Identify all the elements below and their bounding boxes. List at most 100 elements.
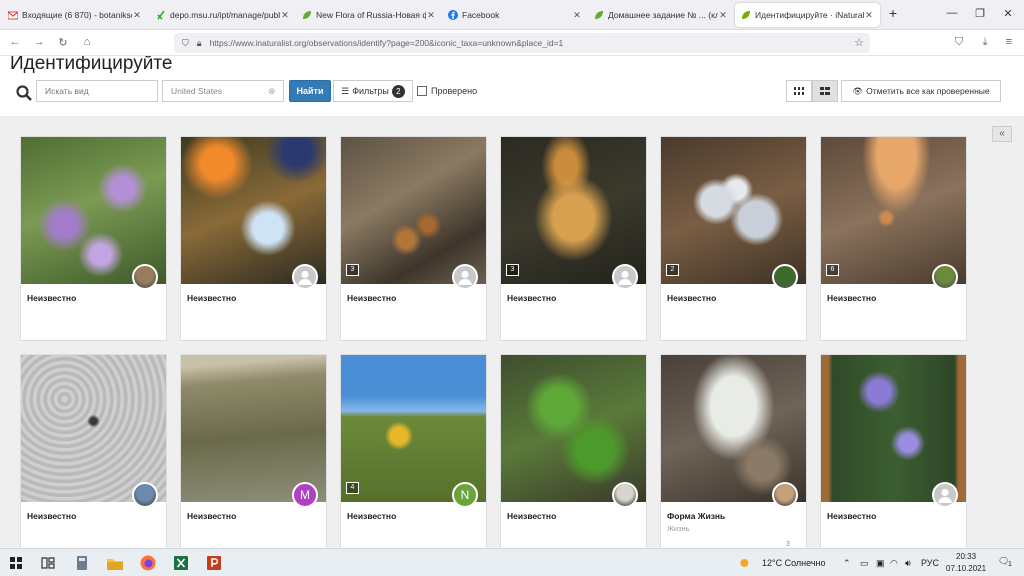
taxon-name[interactable]: Неизвестно — [507, 293, 556, 303]
user-avatar[interactable] — [132, 264, 158, 290]
taxon-search-input[interactable] — [36, 80, 158, 102]
file-explorer-icon[interactable] — [105, 554, 125, 572]
volume-icon[interactable]: 🔊︎ — [905, 558, 911, 569]
home-icon[interactable]: ⌂ — [80, 36, 94, 48]
taxon-name[interactable]: Неизвестно — [827, 293, 876, 303]
menu-icon[interactable]: ≡ — [1002, 36, 1016, 48]
taxon-name[interactable]: Неизвестно — [347, 511, 396, 521]
user-avatar[interactable]: N — [452, 482, 478, 508]
taxon-name[interactable]: Неизвестно — [27, 511, 76, 521]
powerpoint-icon[interactable] — [204, 554, 224, 572]
default-user-icon[interactable] — [932, 482, 958, 508]
filters-button[interactable]: ☰ Фильтры 2 — [333, 80, 413, 102]
grid-view-button[interactable] — [786, 80, 812, 102]
clock-time[interactable]: 20:33 — [956, 552, 976, 561]
user-avatar[interactable]: M — [292, 482, 318, 508]
close-icon[interactable]: ✕ — [864, 10, 874, 21]
observation-photo[interactable] — [501, 137, 646, 284]
close-icon[interactable]: ✕ — [280, 10, 290, 21]
tray-app-icon[interactable]: ▣ — [876, 558, 885, 569]
browser-tab[interactable]: Входящие (6 870) - botanikse ✕ — [2, 3, 148, 27]
taxon-name[interactable]: Неизвестно — [187, 511, 236, 521]
default-user-icon[interactable] — [452, 264, 478, 290]
reviewed-checkbox[interactable]: Проверено — [417, 86, 477, 96]
excel-icon[interactable] — [171, 554, 191, 572]
close-icon[interactable]: ✕ — [132, 10, 142, 21]
user-avatar[interactable] — [772, 482, 798, 508]
observation-card[interactable]: Форма Жизнь Жизнь 3 — [660, 354, 807, 548]
taxon-name[interactable]: Неизвестно — [667, 293, 716, 303]
browser-tab[interactable]: Facebook ✕ — [442, 3, 588, 27]
network-icon[interactable]: ▭ — [860, 558, 869, 569]
observation-card[interactable]: 4 N Неизвестно — [340, 354, 487, 548]
observation-photo[interactable] — [661, 137, 806, 284]
observation-photo[interactable] — [341, 355, 486, 502]
observation-card[interactable]: Неизвестно — [180, 136, 327, 341]
windows-start-icon[interactable] — [6, 554, 26, 572]
tray-overflow-icon[interactable]: ⌃ — [843, 558, 851, 569]
observation-card[interactable]: Неизвестно — [500, 354, 647, 548]
close-icon[interactable]: ✕ — [572, 10, 582, 21]
observation-card[interactable]: Неизвестно — [20, 136, 167, 341]
observation-photo[interactable] — [21, 355, 166, 502]
observation-photo[interactable] — [181, 137, 326, 284]
observation-photo[interactable] — [21, 137, 166, 284]
pocket-icon[interactable]: ⛉ — [952, 36, 966, 49]
mark-all-reviewed-button[interactable]: 👁︎ Отметить все как проверенные — [841, 80, 1001, 102]
observation-card[interactable]: M Неизвестно — [180, 354, 327, 548]
language-indicator[interactable]: РУС — [921, 558, 939, 568]
download-icon[interactable]: ⤓ — [978, 36, 992, 49]
browser-tab[interactable]: Домашнее задание № ... (кле ✕ — [588, 3, 734, 27]
minimize-icon[interactable]: — — [940, 7, 964, 19]
close-icon[interactable]: ✕ — [718, 10, 728, 21]
user-avatar[interactable] — [132, 482, 158, 508]
place-input[interactable] — [162, 80, 284, 102]
observation-card[interactable]: 6 Неизвестно — [820, 136, 967, 341]
collapse-sidebar-button[interactable]: « — [992, 126, 1012, 142]
clock-date[interactable]: 07.10.2021 — [946, 564, 986, 573]
close-window-icon[interactable]: ✕ — [996, 7, 1020, 20]
default-user-icon[interactable] — [612, 264, 638, 290]
observation-card[interactable]: Неизвестно — [20, 354, 167, 548]
user-avatar[interactable] — [612, 482, 638, 508]
taxon-name[interactable]: Форма Жизнь — [667, 511, 725, 521]
taxon-name[interactable]: Неизвестно — [827, 511, 876, 521]
observation-photo[interactable] — [821, 355, 966, 502]
user-avatar[interactable] — [932, 264, 958, 290]
address-bar[interactable]: ⛉ 🔒︎ https://www.inaturalist.org/observa… — [174, 33, 870, 53]
back-icon[interactable]: ← — [8, 36, 22, 48]
taxon-name[interactable]: Неизвестно — [27, 293, 76, 303]
observation-card[interactable]: 3 Неизвестно — [500, 136, 647, 341]
browser-tab-active[interactable]: Идентифицируйте · iNaturalist ✕ — [735, 3, 880, 27]
default-user-icon[interactable] — [292, 264, 318, 290]
calculator-icon[interactable] — [72, 554, 92, 572]
table-view-button[interactable] — [812, 80, 838, 102]
taxon-name[interactable]: Неизвестно — [187, 293, 236, 303]
new-tab-button[interactable]: + — [881, 5, 905, 21]
browser-tab[interactable]: New Flora of Russia-Новая фл ✕ — [296, 3, 442, 27]
observation-card[interactable]: Неизвестно — [820, 354, 967, 548]
browser-tab[interactable]: depo.msu.ru/ipt/manage/publ ✕ — [150, 3, 296, 27]
firefox-icon[interactable] — [138, 554, 158, 572]
restore-icon[interactable]: ❐ — [968, 7, 992, 20]
observation-card[interactable]: 2 Неизвестно — [660, 136, 807, 341]
taxon-name[interactable]: Неизвестно — [507, 511, 556, 521]
clear-place-icon[interactable]: ⊗ — [268, 86, 276, 97]
observation-photo[interactable] — [661, 355, 806, 502]
weather-text[interactable]: 12°C Солнечно — [762, 558, 826, 568]
close-icon[interactable]: ✕ — [426, 10, 436, 21]
observation-photo[interactable] — [821, 137, 966, 284]
user-avatar[interactable] — [772, 264, 798, 290]
checkbox-box[interactable] — [417, 86, 427, 96]
taxon-name[interactable]: Неизвестно — [347, 293, 396, 303]
reload-icon[interactable]: ↻ — [56, 36, 70, 49]
observation-card[interactable]: 3 Неизвестно — [340, 136, 487, 341]
wifi-icon[interactable]: ◠ — [890, 558, 898, 569]
forward-icon[interactable]: → — [32, 36, 46, 48]
task-view-icon[interactable] — [38, 554, 58, 572]
find-button[interactable]: Найти — [289, 80, 331, 102]
bookmark-star-icon[interactable]: ☆ — [854, 36, 864, 49]
observation-photo[interactable] — [181, 355, 326, 502]
observation-photo[interactable] — [341, 137, 486, 284]
observation-photo[interactable] — [501, 355, 646, 502]
